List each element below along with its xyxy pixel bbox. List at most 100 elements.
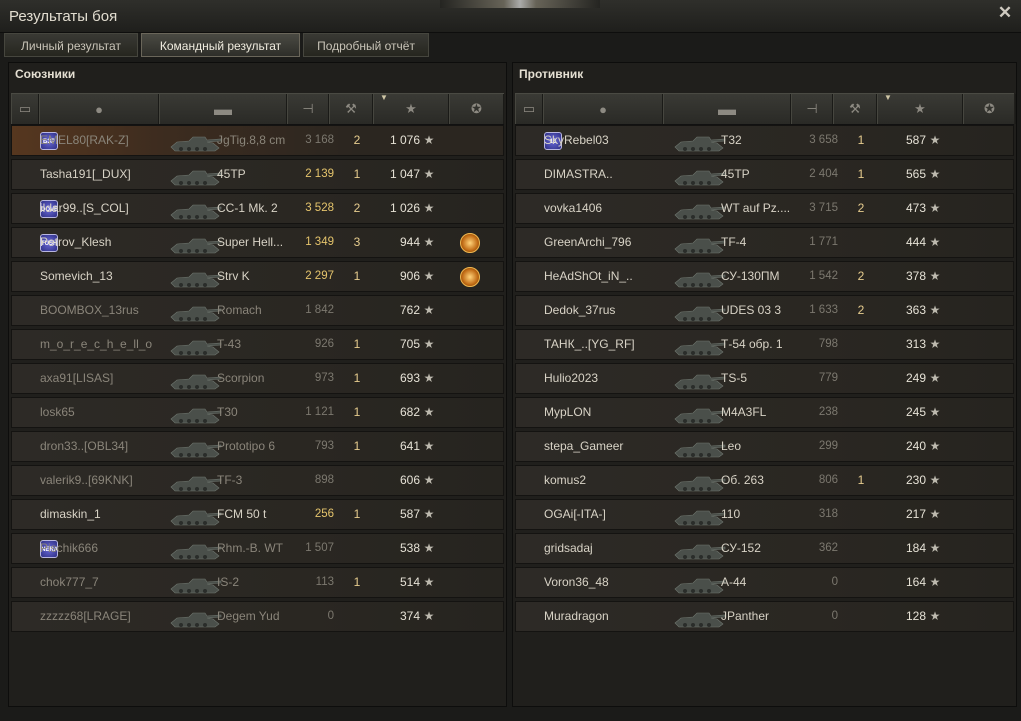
- kills-value: 1: [353, 371, 361, 385]
- xp-value: 565: [905, 167, 926, 181]
- kills-value: 2: [353, 133, 361, 147]
- header-platoon-icon[interactable]: ▭: [515, 94, 543, 124]
- player-name: Muradragon: [544, 609, 609, 623]
- player-row[interactable]: NERA Pischik666 Rhm.-B. WT 1 507 538 ★: [11, 533, 504, 564]
- player-row[interactable]: Somevich_13 Strv K 2 297 1 906 ★: [11, 261, 504, 292]
- tab-detailed-report[interactable]: Подробный отчёт: [303, 33, 429, 57]
- damage-value: 1 771: [809, 236, 838, 248]
- tank-name: WT auf Pz....: [721, 201, 791, 215]
- header-tank-icon[interactable]: ▬: [663, 94, 791, 124]
- tank-silhouette-icon: [671, 503, 727, 527]
- player-row[interactable]: MypLON M4A3FL 238 245 ★: [515, 397, 1014, 428]
- platoon-icon: ▭: [522, 101, 536, 116]
- tank-icon: ▬: [214, 98, 232, 119]
- player-row[interactable]: Tasha191[_DUX] 45TP 2 139 1 1 047 ★: [11, 159, 504, 190]
- allies-column-header: ▭ ● ▬ ⊣ ⚒ ★ ▼ ✪: [11, 93, 504, 125]
- player-row[interactable]: gridsadaj СУ-152 362 184 ★: [515, 533, 1014, 564]
- header-kills-icon[interactable]: ⚒: [833, 94, 877, 124]
- player-name: Petrov_Klesh: [40, 235, 112, 249]
- player-row[interactable]: HeAdShOt_iN_.. СУ-130ПМ 1 542 2 378 ★: [515, 261, 1014, 292]
- xp-value: 444: [905, 235, 926, 249]
- header-player-icon[interactable]: ●: [543, 94, 663, 124]
- damage-value: 2 139: [305, 168, 334, 180]
- header-xp-star-icon[interactable]: ★ ▼: [877, 93, 963, 124]
- damage-value: 898: [314, 474, 334, 486]
- tank-name: JPanther: [721, 609, 770, 623]
- header-kills-icon[interactable]: ⚒: [329, 94, 373, 124]
- enemies-column-header: ▭ ● ▬ ⊣ ⚒ ★ ▼ ✪: [515, 93, 1016, 125]
- xp-value: 374: [399, 609, 420, 623]
- header-damage-icon[interactable]: ⊣: [287, 94, 329, 124]
- player-name: stepa_Gameer: [544, 439, 624, 453]
- damage-value: 779: [818, 372, 838, 384]
- player-row[interactable]: losk65 T30 1 121 1 682 ★: [11, 397, 504, 428]
- tank-silhouette-icon: [167, 435, 223, 459]
- xp-star-icon: ★: [423, 133, 435, 147]
- header-medal-icon[interactable]: ✪: [963, 94, 1016, 124]
- player-row[interactable]: ТАНК_..[YG_RF] Т-54 обр. 1 798 313 ★: [515, 329, 1014, 360]
- tank-name: TF-4: [721, 235, 747, 249]
- header-damage-icon[interactable]: ⊣: [791, 94, 833, 124]
- player-row[interactable]: DIMASTRA.. 45TP 2 404 1 565 ★: [515, 159, 1014, 190]
- xp-value: 514: [399, 575, 420, 589]
- player-row[interactable]: TUSH Petrov_Klesh Super Hell... 1 349 3 944 ★: [11, 227, 504, 258]
- xp-star-icon: ★: [929, 167, 941, 181]
- player-name: chok777_7: [40, 575, 99, 589]
- tab-team-result[interactable]: Командный результат: [141, 33, 300, 57]
- player-icon: ●: [95, 101, 103, 117]
- xp-star-icon: ★: [929, 303, 941, 317]
- xp-value: 217: [905, 507, 926, 521]
- player-row[interactable]: chok777_7 IS-2 113 1 514 ★: [11, 567, 504, 598]
- medal-icon[interactable]: [460, 267, 480, 287]
- xp-star-icon: ★: [929, 371, 941, 385]
- xp-star-icon: ★: [929, 337, 941, 351]
- tank-name: TS-5: [721, 371, 748, 385]
- player-name: ildar99..[S_COL]: [40, 201, 129, 215]
- kills-value: 2: [857, 201, 865, 215]
- player-row[interactable]: БЗР EMEL80[RAK-Z] JgTig.8,8 cm 3 168 2 1 076 ★: [11, 125, 504, 156]
- player-row[interactable]: zzzzz68[LRAGE] Degem Yud 0 374 ★: [11, 601, 504, 632]
- tank-silhouette-icon: [167, 401, 223, 425]
- player-row[interactable]: BOOMBOX_13rus Romach 1 842 762 ★: [11, 295, 504, 326]
- kills-value: [841, 602, 881, 631]
- xp-value: 249: [905, 371, 926, 385]
- header-platoon-icon[interactable]: ▭: [11, 94, 39, 124]
- player-name: Dedok_37rus: [544, 303, 616, 317]
- player-name: DIMASTRA..: [544, 167, 613, 181]
- player-row[interactable]: OGAi[-ITA-] 110 318 217 ★: [515, 499, 1014, 530]
- player-row[interactable]: dimaskin_1 FCM 50 t 256 1 587 ★: [11, 499, 504, 530]
- tank-name: 45TP: [721, 167, 750, 181]
- window-title: Результаты боя: [9, 8, 118, 25]
- player-row[interactable]: DOVE ildar99..[S_COL] CC-1 Mk. 23 528 2 1 02…: [11, 193, 504, 224]
- player-row[interactable]: Voron36_48 A-44 0 164 ★: [515, 567, 1014, 598]
- close-icon[interactable]: ✕: [997, 4, 1013, 21]
- medal-icon[interactable]: [460, 233, 480, 253]
- tank-silhouette-icon: [167, 231, 223, 255]
- player-row[interactable]: vovka1406 WT auf Pz.... 3 715 2 473 ★: [515, 193, 1014, 224]
- tank-silhouette-icon: [167, 605, 223, 629]
- player-row[interactable]: Dedok_37rus UDES 03 3 1 633 2 363 ★: [515, 295, 1014, 326]
- damage-value: 1 507: [305, 542, 334, 554]
- header-medal-icon[interactable]: ✪: [449, 94, 504, 124]
- player-row[interactable]: axa91[LISAS] Scorpion 973 1 693 ★: [11, 363, 504, 394]
- player-row[interactable]: valerik9..[69KNK] TF-3 898 606 ★: [11, 465, 504, 496]
- player-row[interactable]: Hulio2023 TS-5 779 249 ★: [515, 363, 1014, 394]
- allies-title: Союзники: [15, 67, 76, 81]
- player-row[interactable]: GreenArchi_796 TF-4 1 771 444 ★: [515, 227, 1014, 258]
- player-row[interactable]: stepa_Gameer Leo 299 240 ★: [515, 431, 1014, 462]
- header-player-icon[interactable]: ●: [39, 94, 159, 124]
- kills-value: 2: [857, 269, 865, 283]
- player-row[interactable]: Muradragon JPanther 0 128 ★: [515, 601, 1014, 632]
- xp-value: 230: [905, 473, 926, 487]
- header-xp-star-icon[interactable]: ★ ▼: [373, 93, 449, 124]
- player-name: losk65: [40, 405, 75, 419]
- xp-value: 1 026: [389, 201, 420, 215]
- tab-personal-result[interactable]: Личный результат: [4, 33, 138, 57]
- player-row[interactable]: dron33..[OBL34] Prototipo 6 793 1 641 ★: [11, 431, 504, 462]
- player-row[interactable]: 13 SkyRebel03 T32 3 658 1 587 ★: [515, 125, 1014, 156]
- player-row[interactable]: m_o_r_e_c_h_e_ll_o T-43 926 1 705 ★: [11, 329, 504, 360]
- header-tank-icon[interactable]: ▬: [159, 94, 287, 124]
- sort-arrow-icon: ▼: [884, 93, 892, 102]
- player-name: zzzzz68[LRAGE]: [40, 609, 131, 623]
- player-row[interactable]: komus2 Об. 263 806 1 230 ★: [515, 465, 1014, 496]
